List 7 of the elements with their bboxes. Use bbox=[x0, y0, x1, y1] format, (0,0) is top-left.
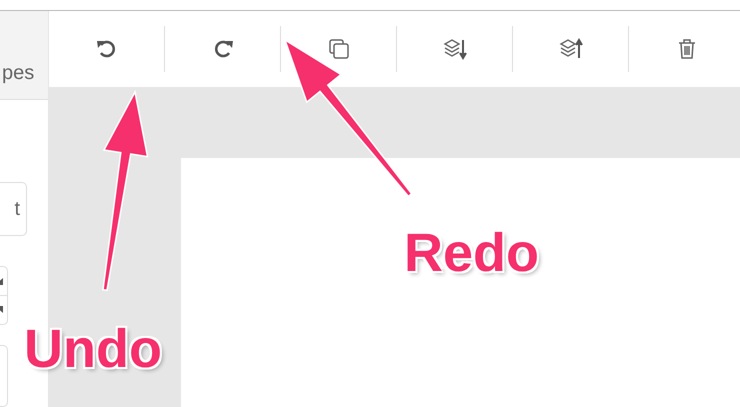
annotation-label: Undo bbox=[24, 322, 162, 376]
text-field[interactable]: t bbox=[0, 182, 27, 236]
duplicate-icon bbox=[326, 37, 350, 61]
shapes-label: pes bbox=[2, 62, 34, 85]
layers-down-icon bbox=[442, 37, 466, 61]
layers-up-icon bbox=[558, 37, 582, 61]
annotation-label: Redo bbox=[404, 226, 539, 280]
